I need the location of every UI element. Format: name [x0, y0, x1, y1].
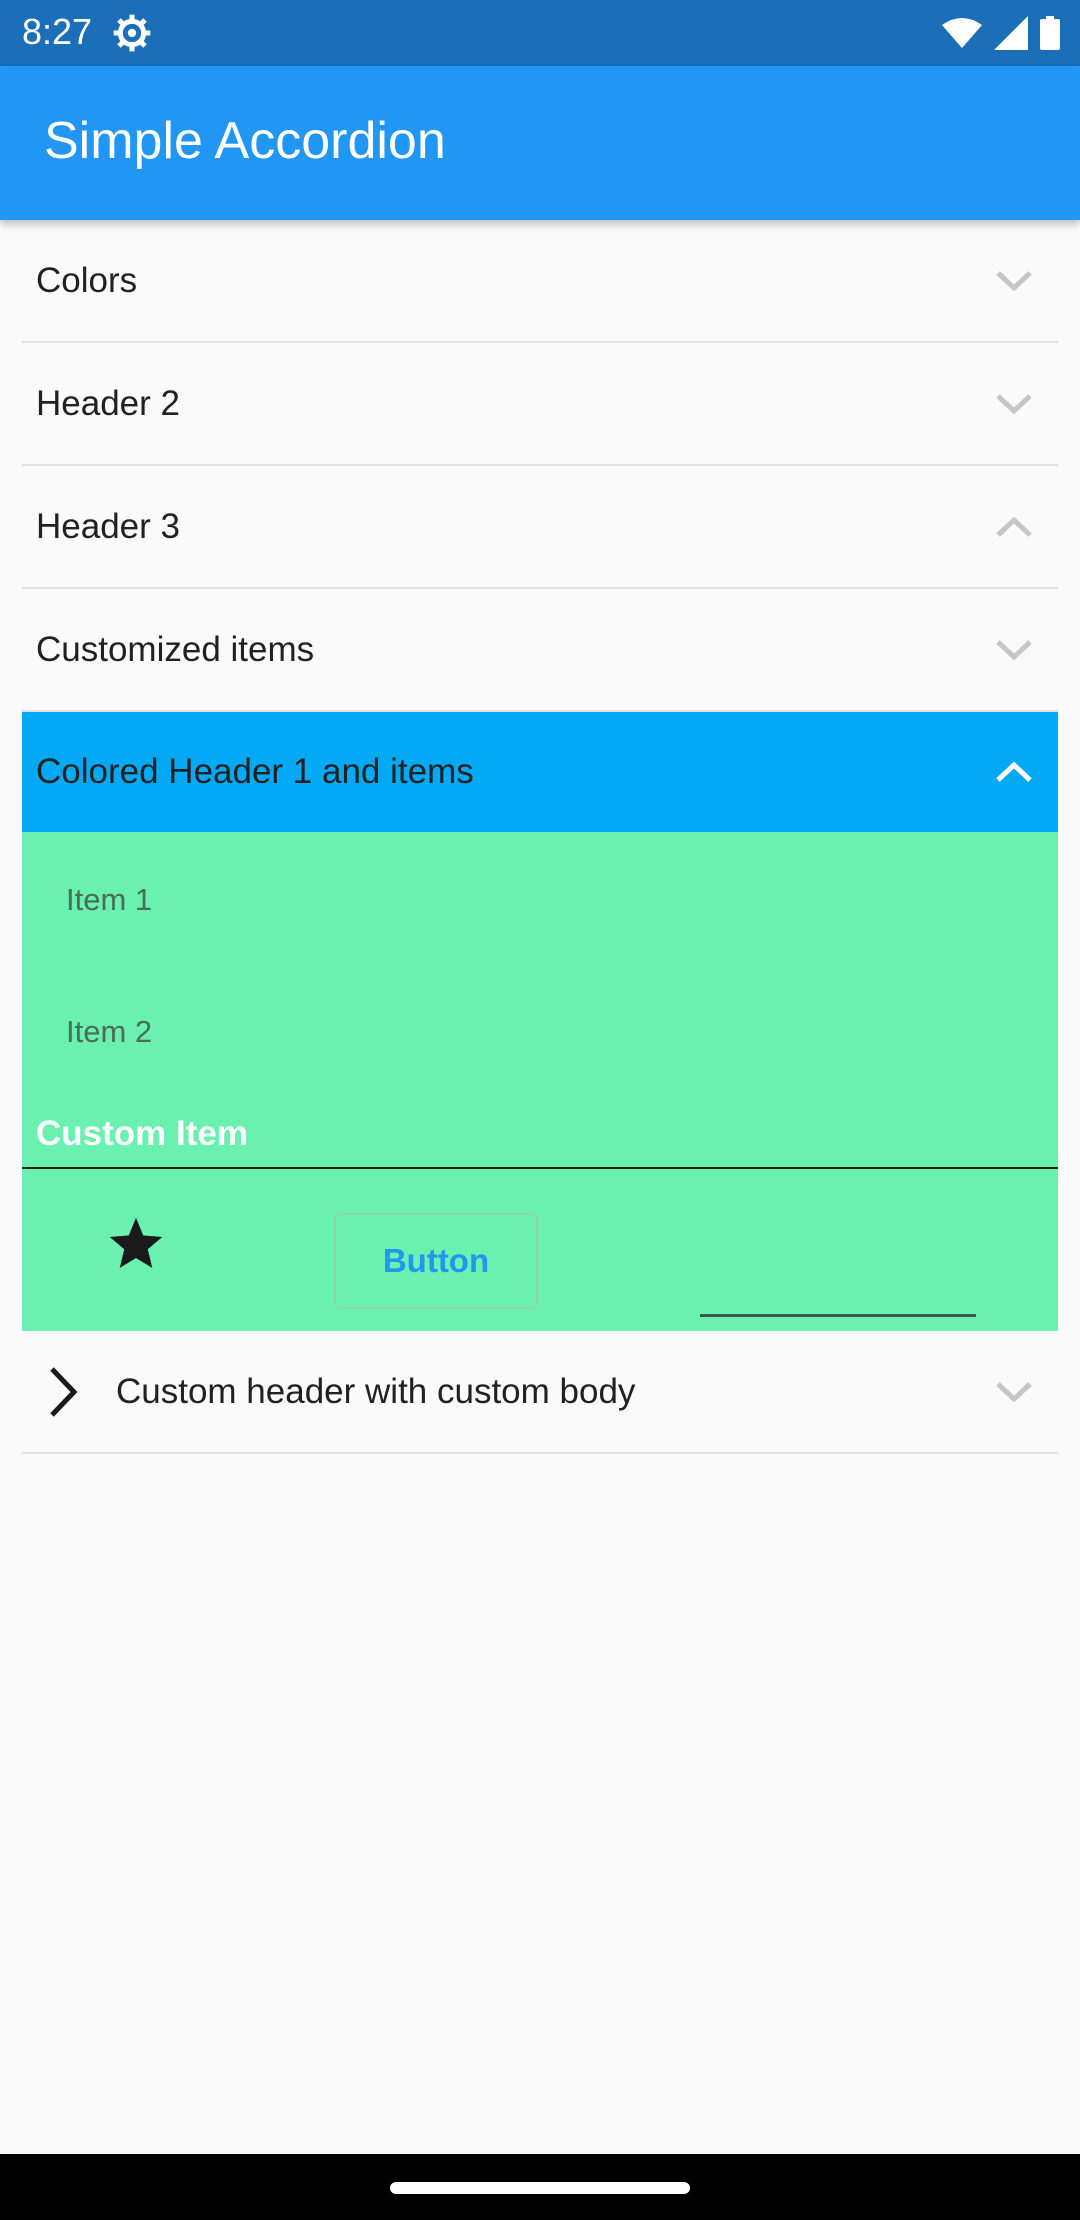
navigation-bar — [0, 2154, 1080, 2220]
outlined-button[interactable]: Button — [334, 1213, 538, 1309]
chevron-up-icon — [996, 516, 1032, 537]
accordion-header-colors[interactable]: Colors — [22, 220, 1058, 343]
text-field[interactable] — [700, 1314, 976, 1317]
accordion-header-2[interactable]: Header 2 — [22, 343, 1058, 466]
accordion: Colors Header 2 Header 3 Customized item… — [22, 220, 1058, 1454]
header-label: Custom header with custom body — [116, 1371, 636, 1411]
star-icon — [109, 1217, 163, 1268]
app-bar: Simple Accordion — [0, 66, 1080, 220]
colored-section-body: Item 1 Item 2 Custom Item Button — [22, 832, 1058, 1331]
header-label: Colors — [36, 260, 138, 300]
header-label: Colored Header 1 and items — [36, 752, 474, 791]
status-bar: 8:27 — [0, 0, 1080, 66]
gear-icon — [113, 14, 151, 52]
accordion-header-3[interactable]: Header 3 — [22, 466, 1058, 589]
accordion-header-custom[interactable]: Custom header with custom body — [22, 1331, 1058, 1454]
signal-icon — [994, 16, 1028, 50]
app-title: Simple Accordion — [44, 112, 446, 170]
divider — [22, 1167, 1058, 1169]
custom-item-title: Custom Item — [36, 1114, 248, 1153]
wifi-icon — [942, 18, 982, 48]
status-time: 8:27 — [22, 11, 93, 52]
accordion-header-customized-items[interactable]: Customized items — [22, 589, 1058, 712]
header-label: Header 2 — [36, 383, 180, 423]
battery-icon — [1040, 16, 1060, 50]
chevron-down-icon — [996, 393, 1032, 414]
list-item[interactable]: Item 1 — [66, 882, 152, 918]
chevron-down-icon — [996, 1381, 1032, 1402]
chevron-down-icon — [996, 639, 1032, 660]
accordion-header-colored[interactable]: Colored Header 1 and items — [22, 712, 1058, 832]
chevron-down-icon — [996, 270, 1032, 291]
header-label: Customized items — [36, 629, 315, 669]
chevron-right-icon — [50, 1366, 78, 1417]
header-label: Header 3 — [36, 506, 180, 546]
chevron-up-icon — [996, 761, 1032, 782]
home-handle[interactable] — [390, 2182, 690, 2194]
list-item[interactable]: Item 2 — [66, 1014, 152, 1050]
